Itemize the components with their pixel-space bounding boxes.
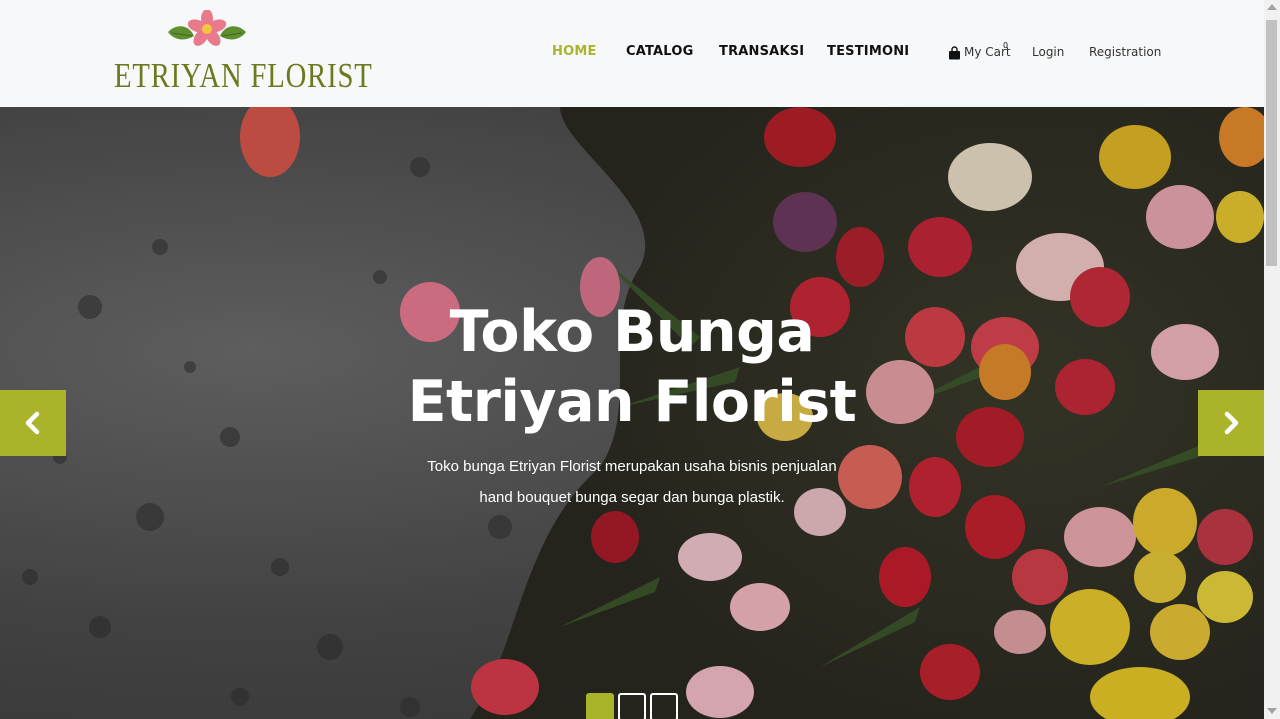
scroll-down-arrow-icon[interactable]: [1267, 708, 1277, 714]
carousel-prev-button[interactable]: [0, 390, 66, 456]
nav-testimoni[interactable]: TESTIMONI: [827, 44, 909, 59]
nav-catalog[interactable]: CATALOG: [626, 44, 693, 59]
chevron-left-icon: [25, 411, 40, 435]
carousel-next-button[interactable]: [1198, 390, 1264, 456]
scrollbar-thumb[interactable]: [1266, 20, 1277, 266]
brand-name: ETRIYAN FLORIST: [114, 56, 373, 95]
hero-carousel: Toko Bunga Etriyan Florist Toko bunga Et…: [0, 107, 1264, 719]
nav-transaksi[interactable]: TRANSAKSI: [719, 44, 804, 59]
carousel-indicator-2[interactable]: [618, 693, 646, 719]
hero-title-line2: Etriyan Florist: [407, 369, 857, 435]
scroll-up-arrow-icon[interactable]: [1267, 4, 1277, 10]
login-link[interactable]: Login: [1032, 45, 1064, 59]
hero-title-line1: Toko Bunga: [449, 299, 815, 365]
hero-description: Toko bunga Etriyan Florist merupakan usa…: [400, 451, 864, 513]
carousel-indicator-1[interactable]: [586, 693, 614, 719]
shopping-bag-icon[interactable]: [948, 46, 961, 60]
registration-link[interactable]: Registration: [1089, 45, 1161, 59]
site-header: ETRIYAN FLORIST HOME CATALOG TRANSAKSI T…: [0, 0, 1264, 108]
nav-home[interactable]: HOME: [552, 44, 597, 59]
brand-logo[interactable]: ETRIYAN FLORIST: [114, 10, 373, 100]
hero-title: Toko Bunga Etriyan Florist: [340, 297, 924, 437]
chevron-right-icon: [1224, 411, 1239, 435]
page-scrollbar[interactable]: [1264, 0, 1280, 719]
hero-desc-line2: hand bouquet bunga segar dan bunga plast…: [479, 489, 785, 506]
flower-icon: [168, 10, 246, 46]
hero-desc-line1: Toko bunga Etriyan Florist merupakan usa…: [427, 458, 837, 475]
carousel-indicator-3[interactable]: [650, 693, 678, 719]
cart-count-badge: 0: [1003, 41, 1009, 50]
